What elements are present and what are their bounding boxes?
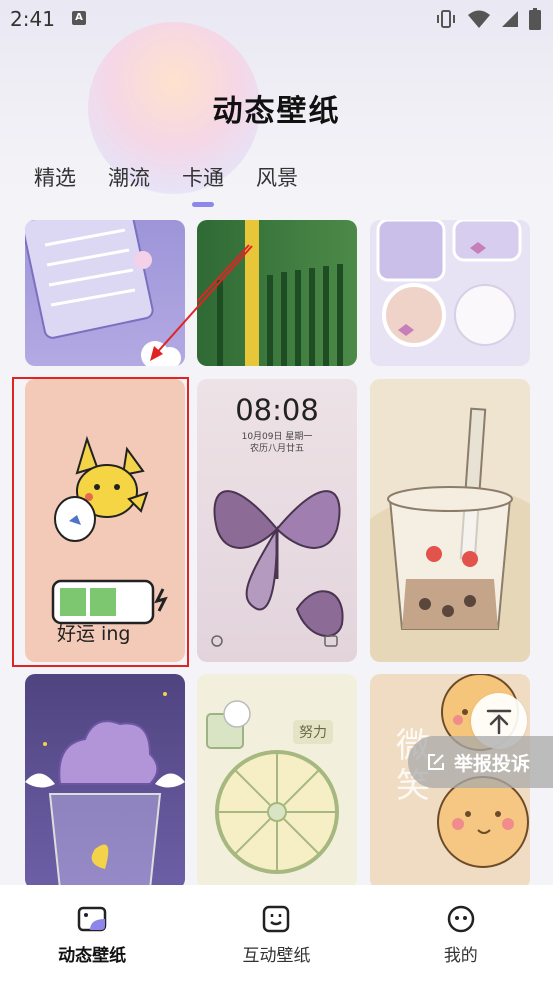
nav-label-interactive-wallpaper: 互动壁纸 — [242, 946, 311, 966]
tab-trend[interactable]: 潮流 — [108, 162, 150, 192]
bubble-tea-illustration — [370, 407, 530, 662]
profile-face-icon — [447, 905, 475, 933]
tab-selected[interactable]: 精选 — [34, 162, 76, 192]
wallpaper-card-butterfly-lockscreen[interactable]: 08:08 10月09日 星期一 农历八月廿五 — [197, 379, 357, 662]
nav-item-interactive-wallpaper[interactable]: 互动壁纸 — [201, 905, 351, 983]
selection-highlight — [12, 377, 189, 667]
wallpaper-card-purple-dessert[interactable] — [25, 674, 185, 885]
spin-wheel-illustration — [206, 700, 339, 874]
tab-cartoon[interactable]: 卡通 — [182, 162, 224, 192]
nav-label-dynamic-wallpaper: 动态壁纸 — [58, 946, 127, 966]
wallpaper-card-bear-stickers[interactable] — [370, 220, 530, 366]
signal-icon — [502, 11, 518, 27]
page-title: 动态壁纸 — [212, 94, 341, 129]
wallpaper-icon — [77, 906, 107, 932]
notification-icon: A — [72, 11, 86, 25]
nav-item-dynamic-wallpaper[interactable]: 动态壁纸 — [17, 905, 167, 983]
nav-item-profile[interactable]: 我的 — [386, 905, 536, 983]
power-text: 努力 — [293, 720, 333, 744]
vibrate-icon — [437, 10, 455, 28]
purple-dessert-illustration — [25, 692, 185, 885]
report-button[interactable]: 举报投诉 — [408, 736, 553, 788]
lock-screen-lunar-date: 农历八月廿五 — [249, 444, 304, 454]
annotation-arrow — [150, 245, 253, 361]
status-time: 2:41 — [10, 7, 55, 31]
bottom-nav: 动态壁纸 互动壁纸 我的 — [0, 885, 553, 983]
wallpaper-card-bubble-tea[interactable] — [370, 379, 530, 662]
status-bar: 2:41 A — [0, 0, 553, 40]
lock-screen-time: 08:08 — [235, 393, 319, 427]
status-icons — [435, 8, 541, 30]
bear-stickers-illustration — [376, 220, 522, 347]
battery-icon — [529, 8, 541, 30]
category-tabs: 精选 潮流 卡通 风景 — [34, 162, 330, 192]
wallpaper-card-spin-wheel[interactable]: 努力 — [197, 674, 357, 885]
arrow-up-icon — [486, 709, 512, 735]
tab-scenery[interactable]: 风景 — [256, 162, 298, 192]
wifi-icon — [468, 10, 490, 28]
interactive-icon — [263, 905, 290, 933]
report-label: 举报投诉 — [454, 752, 531, 775]
nav-label-profile: 我的 — [443, 946, 478, 966]
edit-icon — [428, 754, 444, 770]
